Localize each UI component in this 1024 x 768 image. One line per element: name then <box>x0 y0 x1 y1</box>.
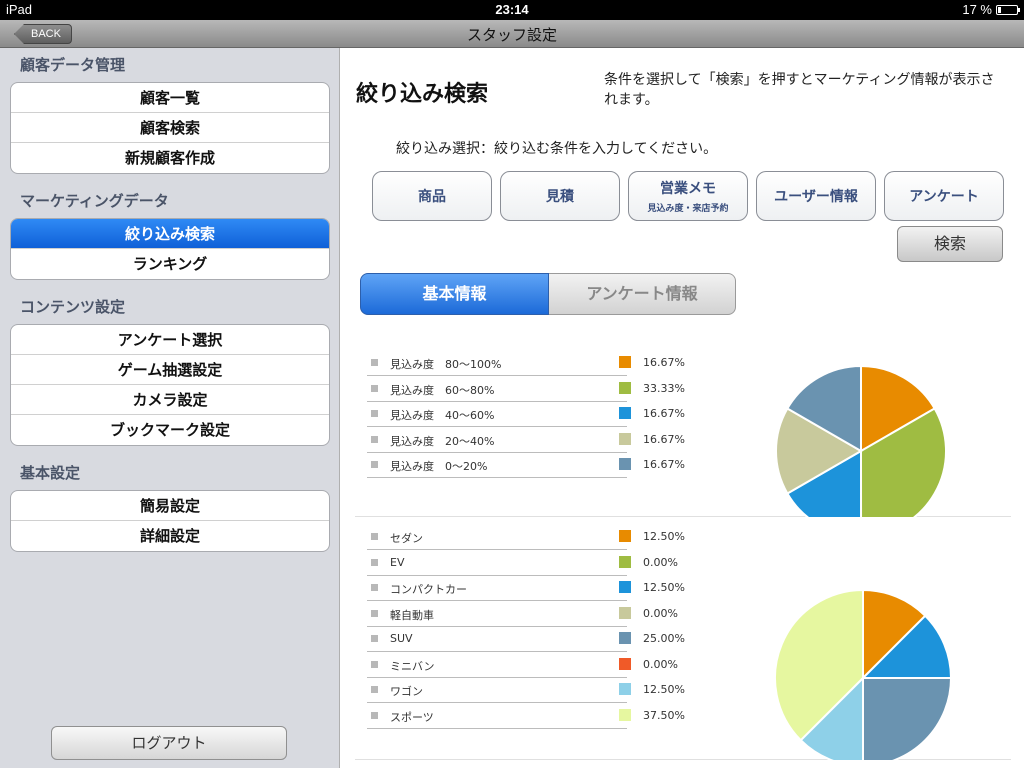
sidebar-item-bookmark[interactable]: ブックマーク設定 <box>11 415 329 445</box>
battery-status: 17 % <box>962 2 1020 17</box>
search-button[interactable]: 検索 <box>897 226 1003 262</box>
group-contents: アンケート選択 ゲーム抽選設定 カメラ設定 ブックマーク設定 <box>10 324 330 446</box>
sidebar-item-ranking[interactable]: ランキング <box>11 249 329 279</box>
tab-basic-info[interactable]: 基本情報 <box>360 273 549 315</box>
group-customer: 顧客一覧 顧客検索 新規顧客作成 <box>10 82 330 174</box>
filter-button-survey[interactable]: アンケート <box>884 171 1004 221</box>
filter-button-label: 見積 <box>546 189 574 205</box>
filter-button-label: 営業メモ <box>660 181 716 197</box>
sidebar-item-customer-list[interactable]: 顧客一覧 <box>11 83 329 113</box>
back-button[interactable]: BACK <box>14 24 72 44</box>
logout-button[interactable]: ログアウト <box>51 726 287 760</box>
sidebar-item-camera[interactable]: カメラ設定 <box>11 385 329 415</box>
section-title-contents: コンテンツ設定 <box>20 298 126 316</box>
sidebar-item-customer-search[interactable]: 顧客検索 <box>11 113 329 143</box>
battery-percent: 17 % <box>962 2 992 17</box>
sidebar-item-survey-select[interactable]: アンケート選択 <box>11 325 329 355</box>
section-title-marketing: マーケティングデータ <box>20 192 169 210</box>
clock: 23:14 <box>495 2 529 17</box>
filter-button-user-info[interactable]: ユーザー情報 <box>756 171 876 221</box>
pie-slice <box>862 677 953 760</box>
filter-button-sublabel: 見込み度・来店予約 <box>647 204 729 214</box>
sidebar-item-game-lottery[interactable]: ゲーム抽選設定 <box>11 355 329 385</box>
page-title: 絞り込み検索 <box>356 82 489 107</box>
filter-label: 絞り込み選択：絞り込む条件を入力してください。 <box>396 141 718 157</box>
section-title-customer: 顧客データ管理 <box>20 56 126 74</box>
main-content: 絞り込み検索 条件を選択して「検索」を押すとマーケティング情報が表示されます。 … <box>341 48 1024 768</box>
chart-panel-likelihood: 見込み度 80〜100% 16.67% 見込み度 60〜80% 33.33% 見込み度 … <box>355 328 1011 517</box>
filter-button-label: アンケート <box>909 189 979 205</box>
pie-chart <box>775 364 947 517</box>
sidebar-item-filter-search[interactable]: 絞り込み検索 <box>11 219 329 249</box>
sidebar-item-new-customer[interactable]: 新規顧客作成 <box>11 143 329 173</box>
battery-icon <box>996 4 1020 15</box>
status-bar: iPad 23:14 17 % <box>0 0 1024 20</box>
filter-button-label: 商品 <box>418 189 446 205</box>
chart-panel-car-type: セダン 12.50% EV 0.00% コンパクトカー 12.50% 軽自動車 0.00% SU… <box>355 518 1011 760</box>
sidebar-item-simple-settings[interactable]: 簡易設定 <box>11 491 329 521</box>
hint-text: 条件を選択して「検索」を押すとマーケティング情報が表示されます。 <box>604 72 995 108</box>
navigation-bar: スタッフ設定 BACK <box>0 20 1024 48</box>
filter-button-product[interactable]: 商品 <box>372 171 492 221</box>
pie-chart <box>774 588 953 760</box>
tab-survey-info[interactable]: アンケート情報 <box>549 273 736 315</box>
sidebar-item-detail-settings[interactable]: 詳細設定 <box>11 521 329 551</box>
group-basic: 簡易設定 詳細設定 <box>10 490 330 552</box>
section-title-basic: 基本設定 <box>20 464 81 482</box>
sidebar: 顧客データ管理 顧客一覧 顧客検索 新規顧客作成 マーケティングデータ 絞り込み… <box>0 48 340 768</box>
filter-button-label: ユーザー情報 <box>774 189 858 205</box>
nav-title: スタッフ設定 <box>466 26 557 44</box>
filter-button-estimate[interactable]: 見積 <box>500 171 620 221</box>
filter-button-sales-memo[interactable]: 営業メモ 見込み度・来店予約 <box>628 171 748 221</box>
group-marketing: 絞り込み検索 ランキング <box>10 218 330 280</box>
